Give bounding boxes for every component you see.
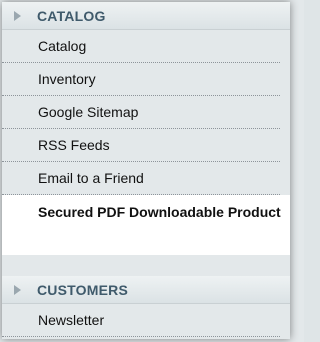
section-header-customers[interactable]: CUSTOMERS [2,276,290,304]
section-customers: CUSTOMERS Newsletter [2,276,290,337]
section-title-customers: CUSTOMERS [37,281,128,298]
admin-config-nav-panel: CATALOG Catalog Inventory Google Sitemap… [2,2,290,339]
nav-item-secured-pdf-downloadable-product[interactable]: Secured PDF Downloadable Product [2,195,290,255]
catalog-item-list: Catalog Inventory Google Sitemap RSS Fee… [2,30,290,255]
nav-item-catalog[interactable]: Catalog [2,30,280,63]
nav-item-email-to-a-friend[interactable]: Email to a Friend [2,162,280,195]
nav-item-inventory[interactable]: Inventory [2,63,280,96]
section-header-catalog[interactable]: CATALOG [2,2,290,30]
collapse-arrow-icon [14,10,21,21]
screenshot-root: CATALOG Catalog Inventory Google Sitemap… [0,0,304,342]
customers-item-list: Newsletter [2,304,290,337]
section-title-catalog: CATALOG [37,7,106,24]
nav-item-rss-feeds[interactable]: RSS Feeds [2,129,280,162]
collapse-arrow-icon [14,284,21,295]
nav-item-google-sitemap[interactable]: Google Sitemap [2,96,280,129]
section-catalog: CATALOG Catalog Inventory Google Sitemap… [2,2,290,276]
nav-item-newsletter[interactable]: Newsletter [2,304,280,337]
